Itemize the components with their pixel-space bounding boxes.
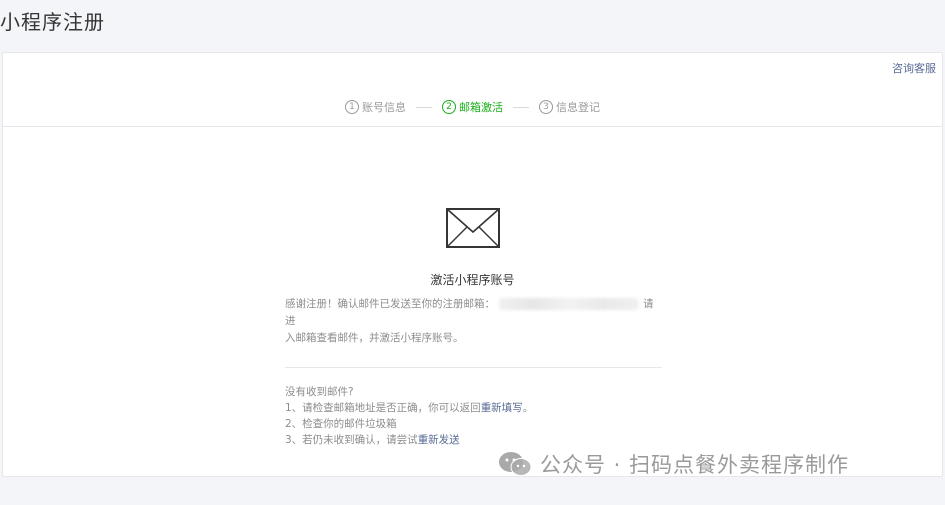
help-item-2: 2、检查你的邮件垃圾箱 <box>285 418 397 430</box>
activation-title: 激活小程序账号 <box>430 273 515 287</box>
help-item-1-end: 。 <box>522 402 534 414</box>
registration-card: 咨询客服 1 账号信息 2 邮箱激活 3 信息登记 激活小程序账号 感谢注册！确… <box>2 52 943 477</box>
step-number: 3 <box>539 100 553 114</box>
redacted-email <box>499 298 639 310</box>
customer-service-link[interactable]: 咨询客服 <box>892 60 936 76</box>
steps-divider <box>3 126 942 127</box>
help-item-1-text: 1、请检查邮箱地址是否正确，你可以返回 <box>285 402 481 414</box>
resend-link[interactable]: 重新发送 <box>418 434 460 446</box>
step-account-info: 1 账号信息 <box>345 99 406 115</box>
refill-link[interactable]: 重新填写 <box>481 402 523 414</box>
step-separator <box>416 106 432 108</box>
help-heading: 没有收到邮件? <box>285 386 354 398</box>
step-label: 账号信息 <box>362 101 406 114</box>
desc-prefix: 感谢注册！确认邮件已发送至你的注册邮箱： <box>285 298 495 310</box>
help-item-1: 1、请检查邮箱地址是否正确，你可以返回重新填写。 <box>285 400 685 416</box>
help-section: 没有收到邮件? 1、请检查邮箱地址是否正确，你可以返回重新填写。 2、检查你的邮… <box>285 384 685 448</box>
step-label: 邮箱激活 <box>459 101 503 114</box>
envelope-icon <box>446 208 500 248</box>
step-progress: 1 账号信息 2 邮箱激活 3 信息登记 <box>3 99 942 115</box>
help-item-3-text: 3、若仍未收到确认，请尝试 <box>285 434 418 446</box>
help-item-3: 3、若仍未收到确认，请尝试重新发送 <box>285 432 685 448</box>
content-divider <box>285 367 662 368</box>
step-number: 1 <box>345 100 359 114</box>
watermark-text: 公众号 · 扫码点餐外卖程序制作 <box>540 453 850 477</box>
step-number: 2 <box>442 100 456 114</box>
page-title: 小程序注册 <box>0 10 105 34</box>
desc-line2: 入邮箱查看邮件，并激活小程序账号。 <box>285 332 464 344</box>
activation-description: 感谢注册！确认邮件已发送至你的注册邮箱： 请进 入邮箱查看邮件，并激活小程序账号。 <box>285 296 663 347</box>
wechat-icon <box>499 452 532 476</box>
step-email-activation: 2 邮箱激活 <box>442 99 503 115</box>
step-info-registration: 3 信息登记 <box>539 99 600 115</box>
step-separator <box>513 106 529 108</box>
watermark: 公众号 · 扫码点餐外卖程序制作 <box>498 449 849 479</box>
step-label: 信息登记 <box>556 101 600 114</box>
